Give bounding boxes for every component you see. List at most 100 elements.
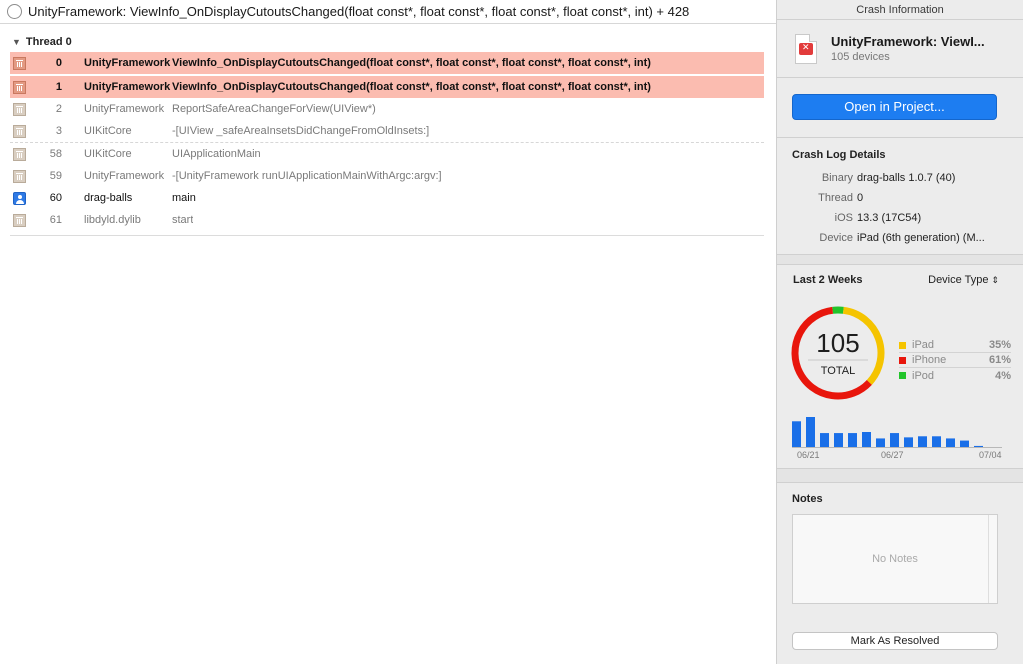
legend-percent: 4% <box>995 369 1011 382</box>
crash-bar <box>890 433 899 447</box>
crash-bar <box>974 445 983 447</box>
open-in-project-button[interactable]: Open in Project... <box>792 94 997 120</box>
notes-placeholder: No Notes <box>872 553 918 565</box>
legend-name: iPod <box>912 369 935 382</box>
frame-number: 61 <box>49 214 62 226</box>
legend-item: iPhone 61% <box>899 353 1011 368</box>
crash-bar <box>834 433 843 447</box>
donut-total-value: 105 <box>816 328 859 358</box>
library-icon <box>13 169 26 183</box>
crash-log-details: Crash Log Details Binary drag-balls 1.0.7… <box>777 138 1023 255</box>
frame-row[interactable]: 58 UIKitCore UIApplicationMain <box>10 143 764 165</box>
device-donut-chart: 105 TOTAL <box>791 306 885 400</box>
crash-bar <box>904 437 913 447</box>
thread-disclosure[interactable]: ▼ Thread 0 <box>12 34 72 50</box>
legend-swatch <box>899 356 906 364</box>
frame-row[interactable]: 61 libdyld.dylib start <box>10 209 764 231</box>
frame-row[interactable]: 3 UIKitCore -[UIView _safeAreaInsetsDidCha… <box>10 120 764 142</box>
frame-number: 60 <box>49 192 62 204</box>
open-section: Open in Project... <box>777 78 1023 138</box>
weeks-title: Last 2 Weeks <box>793 274 863 286</box>
crash-bar <box>932 436 941 447</box>
mark-as-resolved-button[interactable]: Mark As Resolved <box>792 632 998 650</box>
frame-row[interactable]: 59 UnityFramework -[UnityFramework runUIAp… <box>10 165 764 187</box>
crash-bar <box>876 438 885 447</box>
legend-item: iPod 4% <box>899 368 1011 383</box>
frame-row[interactable]: 1 UnityFramework ViewInfo_OnDisplayCutouts… <box>10 76 764 98</box>
detail-row: Device iPad (6th generation) (M... <box>777 228 1023 248</box>
frame-library: UIKitCore <box>84 148 132 160</box>
frame-row[interactable]: 2 UnityFramework ReportSafeAreaChangeForVi… <box>10 98 764 120</box>
detail-key: Device <box>819 232 853 244</box>
library-icon <box>13 124 26 138</box>
frame-function: main <box>172 192 196 204</box>
frame-library: UnityFramework <box>84 81 171 93</box>
notes-scrollbar[interactable] <box>988 515 997 603</box>
frame-number: 2 <box>55 103 62 115</box>
detail-value: drag-balls 1.0.7 (40) <box>857 172 956 184</box>
device-count: 105 devices <box>831 51 890 63</box>
crash-bar <box>792 421 801 447</box>
crash-bar <box>862 432 871 447</box>
legend-swatch <box>899 341 906 349</box>
bar-tick-label: 06/21 <box>797 450 820 460</box>
detail-row: Binary drag-balls 1.0.7 (40) <box>777 168 1023 188</box>
crash-bar <box>946 438 955 447</box>
frame-number: 1 <box>55 81 62 93</box>
detail-row: Thread 0 <box>777 188 1023 208</box>
detail-key: Binary <box>821 172 853 184</box>
frame-number: 59 <box>49 170 62 182</box>
thread-label: Thread 0 <box>25 36 72 48</box>
notes-field[interactable]: No Notes <box>792 514 998 604</box>
legend-item: iPad 35% <box>899 338 1011 353</box>
detail-value: 0 <box>857 192 864 204</box>
details-title: Crash Log Details <box>792 149 886 161</box>
donut-total-label: TOTAL <box>821 365 855 377</box>
frame-library: drag-balls <box>84 192 133 204</box>
frame-library: UnityFramework <box>84 103 165 115</box>
crash-bar <box>806 417 815 447</box>
legend-name: iPhone <box>912 354 947 366</box>
crash-summary: UnityFramework: ViewI... 105 devices <box>777 20 1023 78</box>
detail-key: iOS <box>834 212 853 224</box>
frame-library: libdyld.dylib <box>84 214 141 226</box>
frame-row[interactable]: 60 drag-balls main <box>10 187 764 209</box>
library-icon <box>13 213 26 227</box>
frame-function: start <box>172 214 194 226</box>
legend-name: iPad <box>912 339 935 351</box>
crash-bar <box>848 433 857 447</box>
frame-number: 3 <box>55 125 62 137</box>
frame-function: ReportSafeAreaChangeForView(UIView*) <box>172 103 376 115</box>
bar-tick-label: 06/27 <box>881 450 904 460</box>
library-icon <box>13 102 26 116</box>
frame-function: -[UIView _safeAreaInsetsDidChangeFromOld… <box>172 125 430 137</box>
bar-tick-label: 07/04 <box>979 450 1002 460</box>
library-icon <box>13 80 26 94</box>
frame-number: 0 <box>55 57 62 69</box>
crash-bar <box>820 433 829 447</box>
detail-value: iPad (6th generation) (M... <box>857 232 985 244</box>
frame-function: -[UnityFramework runUIApplicationMainWit… <box>172 170 442 182</box>
frame-list: 0 UnityFramework ViewInfo_OnDisplayCutouts… <box>10 52 764 231</box>
frame-library: UnityFramework <box>84 170 165 182</box>
device-type-select[interactable]: Device Type ⇕ <box>928 274 999 286</box>
section-spacer <box>777 255 1023 265</box>
crash-name: UnityFramework: ViewI... <box>831 34 985 49</box>
frame-library: UIKitCore <box>84 125 132 137</box>
legend-percent: 35% <box>988 339 1011 351</box>
crash-document-icon <box>795 33 817 64</box>
crash-bar <box>960 440 969 447</box>
library-icon <box>13 147 26 161</box>
legend-swatch <box>899 372 906 379</box>
notes-title: Notes <box>792 493 823 505</box>
detail-value: 13.3 (17C54) <box>857 212 922 224</box>
legend-percent: 61% <box>988 354 1011 366</box>
stack-trace-pane: UnityFramework: ViewInfo_OnDisplayCutout… <box>0 0 776 664</box>
frame-row[interactable]: 0 UnityFramework ViewInfo_OnDisplayCutouts… <box>10 52 764 74</box>
detail-row: iOS 13.3 (17C54) <box>777 208 1023 228</box>
frame-radio-button[interactable] <box>7 4 22 19</box>
frame-function: ViewInfo_OnDisplayCutoutsChanged(float c… <box>172 57 651 69</box>
detail-key: Thread <box>818 192 853 204</box>
disclosure-triangle-icon[interactable]: ▼ <box>12 37 21 47</box>
library-icon <box>13 56 26 70</box>
